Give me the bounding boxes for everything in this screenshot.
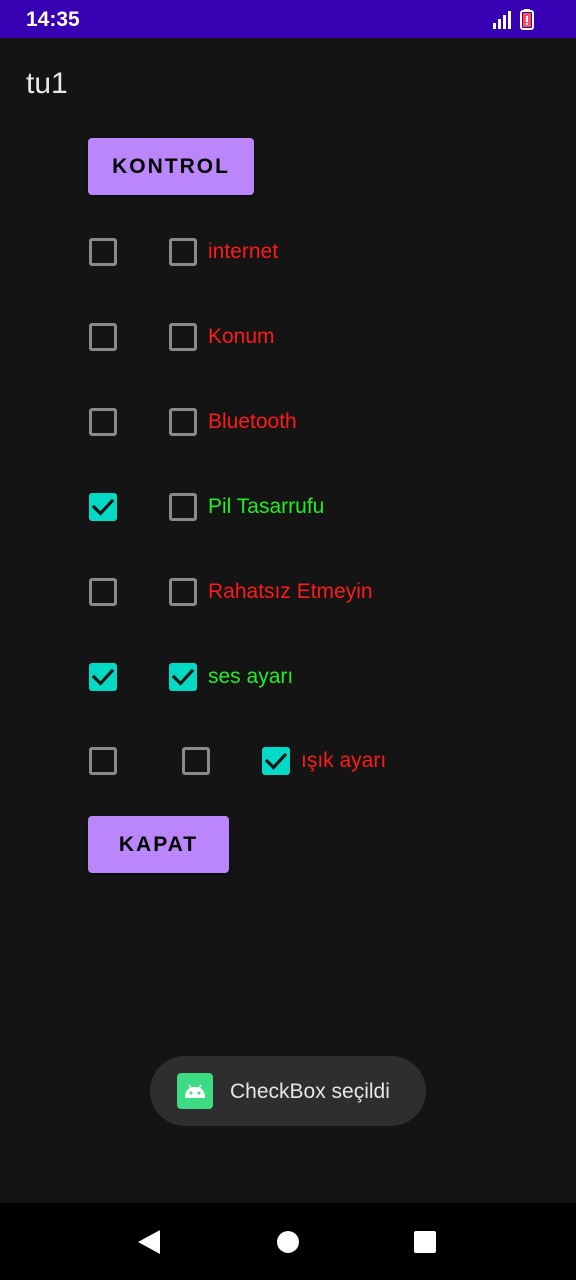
checkbox[interactable] <box>168 322 198 352</box>
checkbox-label[interactable]: Bluetooth <box>208 407 297 437</box>
battery-icon <box>520 9 534 30</box>
checkbox-label[interactable]: ışık ayarı <box>301 746 386 776</box>
status-icons <box>492 9 534 30</box>
back-icon[interactable] <box>136 1228 162 1256</box>
recents-icon[interactable] <box>413 1230 437 1254</box>
status-bar: 14:35 <box>0 0 576 38</box>
app-title: tu1 <box>26 67 68 100</box>
checkbox[interactable] <box>88 577 118 607</box>
checkbox[interactable] <box>261 746 291 776</box>
checkbox[interactable] <box>88 746 118 776</box>
toast-text: CheckBox seçildi <box>230 1080 390 1103</box>
home-icon[interactable] <box>276 1230 300 1254</box>
checkbox[interactable] <box>88 407 118 437</box>
checkbox[interactable] <box>88 322 118 352</box>
checkbox[interactable] <box>88 662 118 692</box>
navigation-bar <box>0 1203 576 1280</box>
checkbox[interactable] <box>181 746 211 776</box>
kontrol-button[interactable]: KONTROL <box>88 138 254 195</box>
checkbox-label[interactable]: Pil Tasarrufu <box>208 492 324 522</box>
checkbox[interactable] <box>168 577 198 607</box>
checkbox[interactable] <box>88 237 118 267</box>
checkbox-label[interactable]: Rahatsız Etmeyin <box>208 577 373 607</box>
kapat-button[interactable]: KAPAT <box>88 816 229 873</box>
checkbox-label[interactable]: Konum <box>208 322 275 352</box>
toast: CheckBox seçildi <box>150 1056 426 1126</box>
checkbox[interactable] <box>168 237 198 267</box>
checkbox[interactable] <box>168 662 198 692</box>
checkbox-label[interactable]: internet <box>208 237 278 267</box>
checkbox[interactable] <box>168 407 198 437</box>
android-icon <box>177 1073 213 1109</box>
checkbox-label[interactable]: ses ayarı <box>208 662 293 692</box>
checkbox[interactable] <box>168 492 198 522</box>
signal-icon <box>493 10 511 29</box>
status-time: 14:35 <box>26 8 80 31</box>
checkbox[interactable] <box>88 492 118 522</box>
